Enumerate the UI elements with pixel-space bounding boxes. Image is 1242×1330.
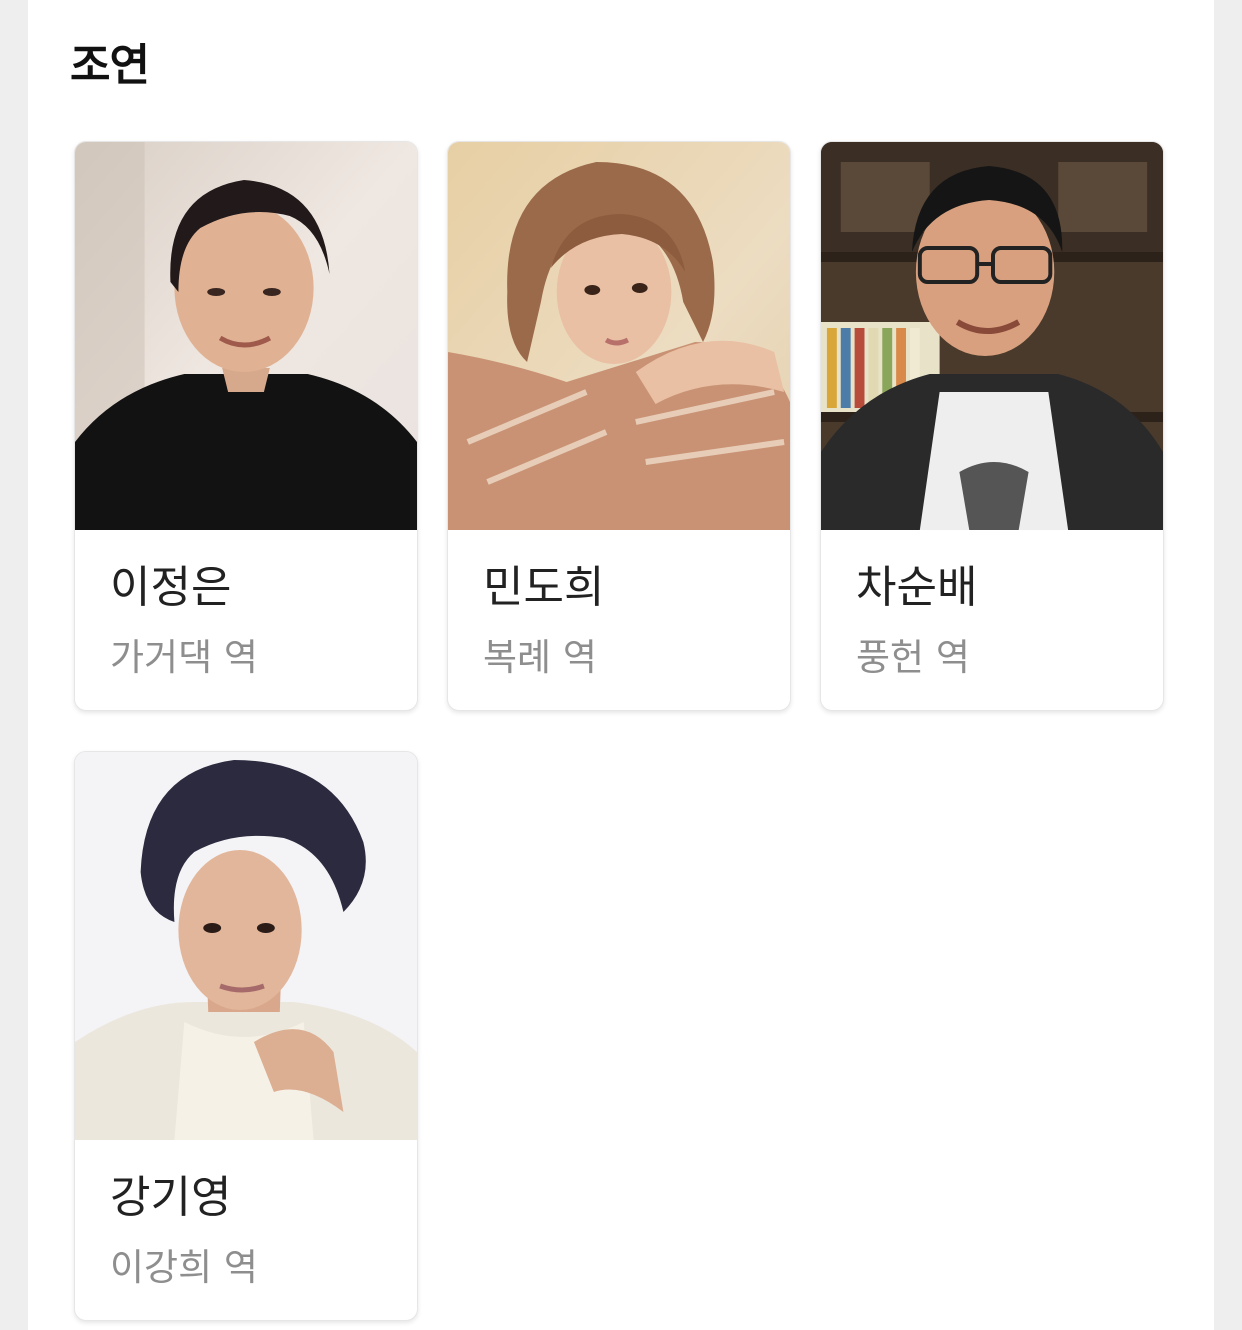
supporting-cast-section: 조연 이정은 가거댁 역 민도희 복례 역 차순배 풍헌 역 강기영 이강희 역 <box>28 0 1214 1330</box>
actor-name: 민도희 <box>483 562 605 613</box>
actor-photo <box>75 142 417 530</box>
cast-card[interactable]: 강기영 이강희 역 <box>74 751 418 1321</box>
actor-name: 이정은 <box>110 562 232 613</box>
actor-name: 차순배 <box>856 562 978 613</box>
cast-card[interactable]: 차순배 풍헌 역 <box>820 141 1164 711</box>
role-name: 복례 역 <box>483 636 597 679</box>
role-name: 가거댁 역 <box>110 636 258 679</box>
actor-photo <box>448 142 790 530</box>
actor-photo <box>821 142 1163 530</box>
role-name: 이강희 역 <box>110 1246 258 1289</box>
cast-card[interactable]: 민도희 복례 역 <box>447 141 791 711</box>
section-title: 조연 <box>70 40 150 91</box>
actor-photo <box>75 752 417 1140</box>
cast-card[interactable]: 이정은 가거댁 역 <box>74 141 418 711</box>
actor-name: 강기영 <box>110 1172 232 1223</box>
role-name: 풍헌 역 <box>856 636 970 679</box>
